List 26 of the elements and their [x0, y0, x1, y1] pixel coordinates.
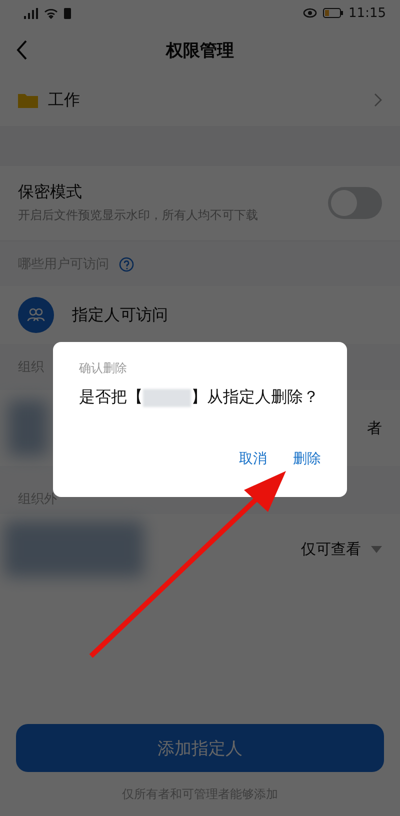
- access-option[interactable]: 指定人可访问: [72, 304, 168, 326]
- dialog-button[interactable]: 删除: [293, 450, 321, 468]
- battery-icon: [64, 7, 71, 19]
- page-title: 权限管理: [166, 40, 234, 62]
- chevron-right-icon[interactable]: [374, 93, 382, 107]
- dialog-message: 】从指定人删除？: [191, 387, 319, 408]
- eye-icon: [302, 8, 317, 18]
- signal-icon: [24, 8, 38, 18]
- permission-text: 者: [367, 418, 382, 438]
- permission-dropdown[interactable]: 仅可查看: [301, 540, 361, 558]
- folder-name: 工作: [48, 90, 80, 110]
- dialog-message: 是否把【: [79, 387, 143, 408]
- group-icon: [18, 297, 54, 333]
- add-button[interactable]: 添加指定人: [16, 724, 384, 772]
- blurred-name: [143, 388, 191, 406]
- help-icon[interactable]: [119, 256, 134, 272]
- caret-down-icon[interactable]: [371, 546, 382, 552]
- secure-mode-toggle[interactable]: [328, 187, 382, 219]
- battery-icon: [322, 8, 343, 18]
- dialog-button[interactable]: 取消: [239, 450, 267, 468]
- folder-icon: [18, 92, 38, 108]
- back-icon[interactable]: [16, 40, 28, 60]
- status-time: 11:15: [348, 6, 386, 20]
- dialog-title: 确认删除: [79, 360, 128, 377]
- wifi-icon: [44, 8, 58, 18]
- secure-mode-title: 保密模式: [18, 182, 83, 203]
